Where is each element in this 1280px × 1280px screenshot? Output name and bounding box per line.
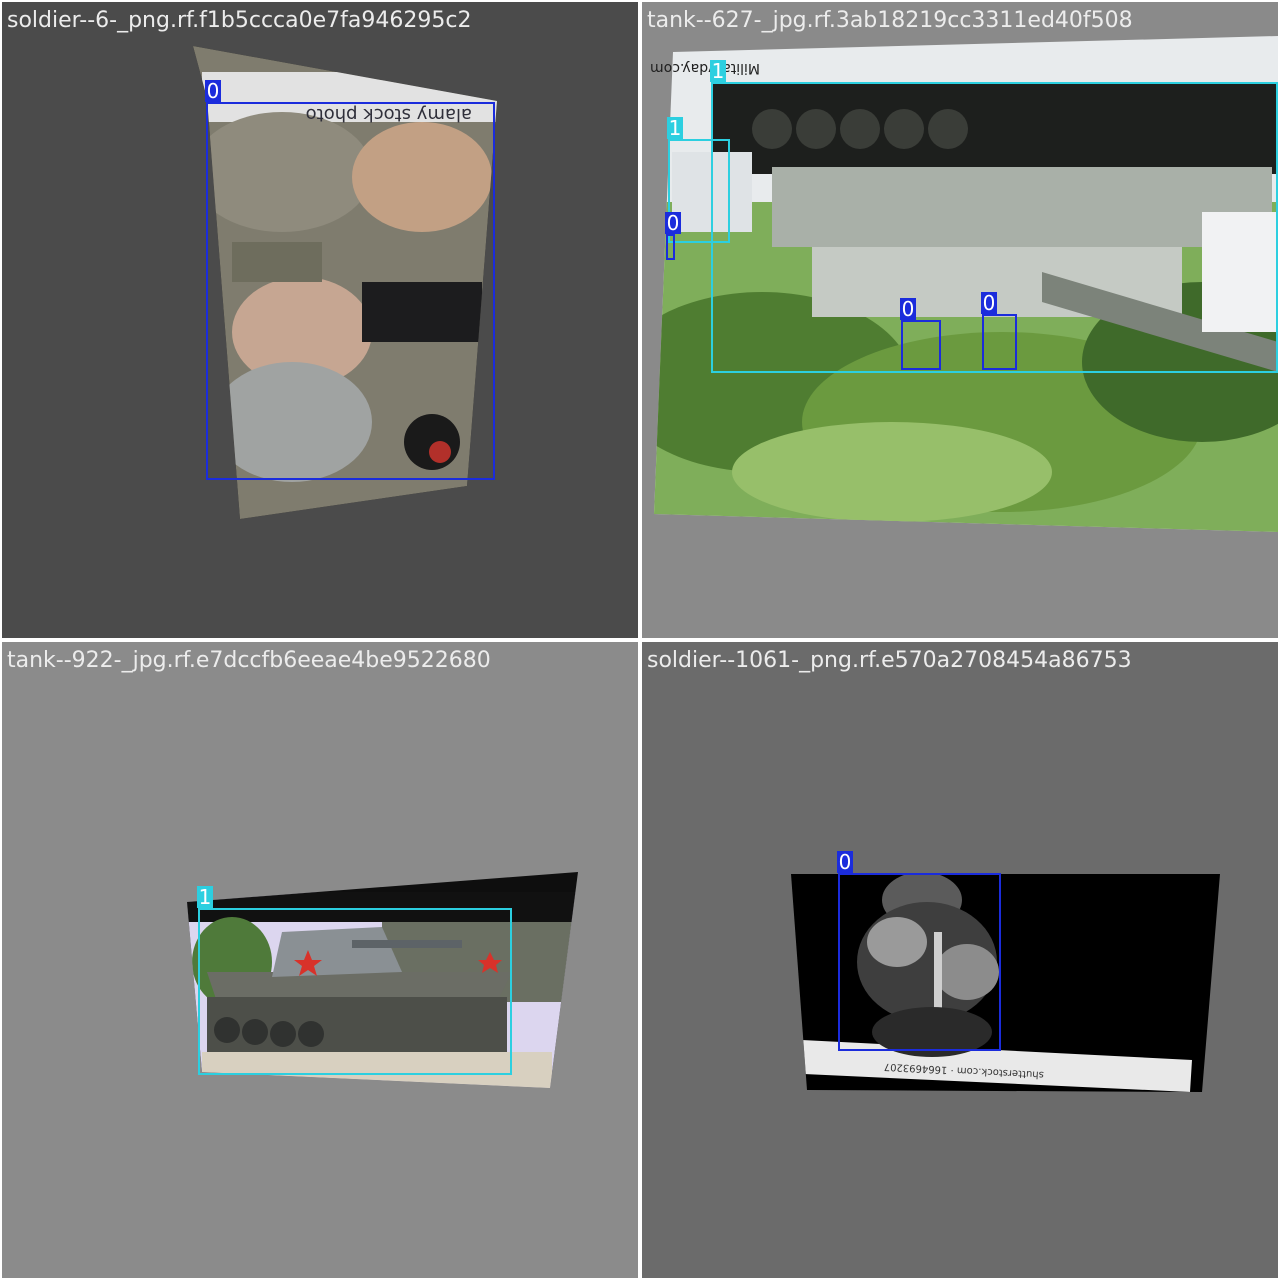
bbox-class-0 (666, 234, 675, 260)
bbox-label: 0 (900, 297, 916, 321)
bbox-label: 1 (197, 885, 213, 909)
tile-soldier-6: alamy stock photo 0 soldier--6-_png.rf.f… (2, 2, 638, 638)
bbox-label: 0 (665, 211, 681, 235)
watermark-text: Militaryday.com (650, 60, 760, 76)
tile-title: tank--922-_jpg.rf.e7dccfb6eeae4be9522680 (7, 648, 491, 673)
tile-soldier-1061: shutterstock.com · 1664693207 0 soldier-… (642, 642, 1278, 1278)
bbox-class-0 (838, 873, 1001, 1051)
bbox-class-1 (198, 908, 512, 1075)
bbox-label: 0 (205, 79, 221, 103)
bbox-label: 1 (710, 59, 726, 83)
bbox-label: 0 (981, 291, 997, 315)
bbox-class-0 (982, 314, 1017, 370)
mosaic-grid: alamy stock photo 0 soldier--6-_png.rf.f… (0, 0, 1280, 1280)
bbox-label: 0 (837, 850, 853, 874)
tile-title: soldier--1061-_png.rf.e570a2708454a86753 (647, 648, 1132, 673)
tile-title: tank--627-_jpg.rf.3ab18219cc3311ed40f508 (647, 8, 1133, 33)
tile-tank-922: 1 tank--922-_jpg.rf.e7dccfb6eeae4be95226… (2, 642, 638, 1278)
bbox-label: 1 (667, 116, 683, 140)
tile-title: soldier--6-_png.rf.f1b5ccca0e7fa946295c2 (7, 8, 472, 33)
bbox-class-0 (901, 320, 941, 370)
bbox-class-0 (206, 102, 495, 480)
tile-tank-627: Militaryday.com 1 1 0 0 0 tank--627-_jpg… (642, 2, 1278, 638)
